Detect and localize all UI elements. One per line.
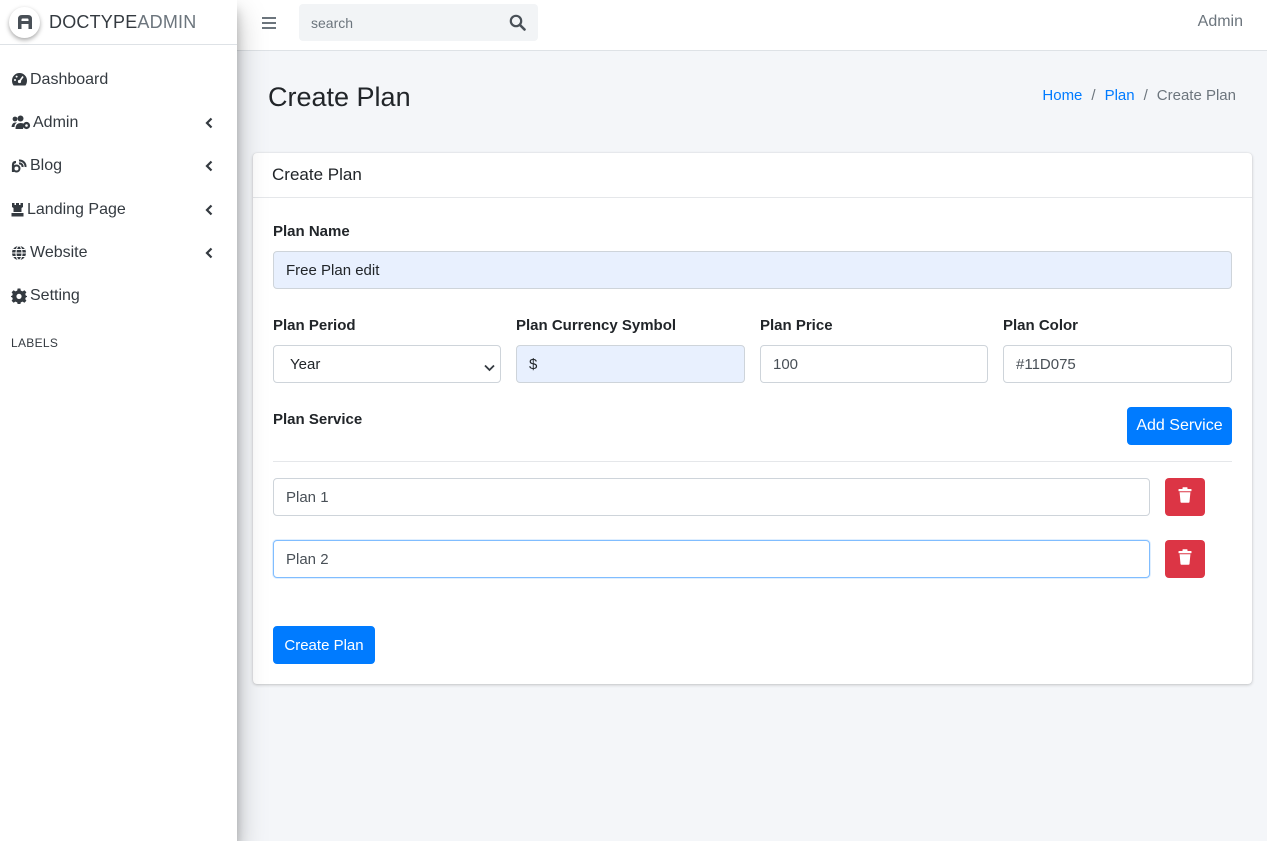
sidebar-item-admin[interactable]: Admin [0,101,237,144]
sidebar-item-label: Landing Page [27,200,126,218]
plan-color-input[interactable]: #11D075 [1003,345,1232,383]
chevron-left-icon [205,247,213,259]
brand-logo [9,6,40,38]
create-plan-card: Create Plan Plan Name Free Plan edit Pla… [253,153,1252,684]
plan-color-label: Plan Color [1003,317,1079,334]
topbar: Admin [237,0,1267,51]
globe-icon [11,245,30,261]
service-value: Plan 1 [286,488,329,506]
breadcrumb-current: Create Plan [1156,87,1236,104]
tachometer-icon [11,72,30,88]
breadcrumb-separator: / [1143,87,1148,104]
plan-price-label: Plan Price [760,317,833,334]
hamburger-menu-icon[interactable] [261,15,277,31]
search-input[interactable] [299,14,499,31]
plan-period-select[interactable]: Year [273,345,501,383]
sidebar-item-label: Setting [30,287,80,305]
brand-name: DOCTYPEADMIN [49,11,197,32]
sidebar-section-header: LABELS [11,335,59,350]
sidebar-item-landing-page[interactable]: Landing Page [0,188,237,231]
breadcrumb-separator: / [1091,87,1096,104]
brand[interactable]: DOCTYPEADMIN [0,0,237,45]
service-value: Plan 2 [286,550,329,568]
sidebar-item-label: Website [30,243,88,261]
blog-icon [11,158,30,174]
delete-service-button-2[interactable] [1165,540,1205,578]
sidebar-item-label: Dashboard [30,70,109,88]
search-icon[interactable] [509,14,526,31]
chevron-down-icon [484,359,495,376]
sidebar-item-label: Blog [30,157,63,175]
gear-icon [11,288,30,305]
currency-symbol-input[interactable]: $ [516,345,745,383]
sidebar: DOCTYPEADMIN Dashboard Admin Blog Landin… [0,0,237,841]
sidebar-item-blog[interactable]: Blog [0,145,237,188]
plan-name-label: Plan Name [273,223,350,240]
sidebar-item-website[interactable]: Website [0,231,237,274]
breadcrumb-home-link[interactable]: Home [1042,87,1082,104]
search-box [299,4,538,41]
divider [273,461,1232,462]
currency-symbol-value: $ [529,355,538,373]
page-title: Create Plan [268,82,411,112]
plan-period-value: Year [290,355,321,373]
plan-period-label: Plan Period [273,317,356,334]
sidebar-item-dashboard[interactable]: Dashboard [0,58,237,101]
sidebar-item-label: Admin [33,113,79,131]
plan-color-value: #11D075 [1016,355,1076,373]
plan-price-value: 100 [773,355,799,373]
chevron-left-icon [205,160,213,172]
plan-price-input[interactable]: 100 [760,345,988,383]
plan-service-label: Plan Service [273,411,363,428]
chess-rook-icon [11,202,27,218]
breadcrumb: Home / Plan / Create Plan [1042,87,1236,104]
plan-name-value: Free Plan edit [286,261,380,279]
trash-icon [1178,486,1192,508]
breadcrumb-plan-link[interactable]: Plan [1105,87,1135,104]
service-input-1[interactable]: Plan 1 [273,478,1150,516]
plan-name-input[interactable]: Free Plan edit [273,251,1232,289]
user-menu-admin[interactable]: Admin [1198,13,1243,31]
chevron-left-icon [205,117,213,129]
currency-symbol-label: Plan Currency Symbol [516,317,677,334]
sidebar-item-setting[interactable]: Setting [0,274,237,317]
delete-service-button-1[interactable] [1165,478,1205,516]
users-cog-icon [11,115,33,131]
card-title: Create Plan [253,153,1252,198]
add-service-button[interactable]: Add Service [1127,407,1232,445]
trash-icon [1178,548,1192,570]
chevron-left-icon [205,204,213,215]
sidebar-nav: Dashboard Admin Blog Landing Page Websit… [0,58,237,318]
service-input-2[interactable]: Plan 2 [273,540,1150,578]
create-plan-button[interactable]: Create Plan [273,626,375,664]
